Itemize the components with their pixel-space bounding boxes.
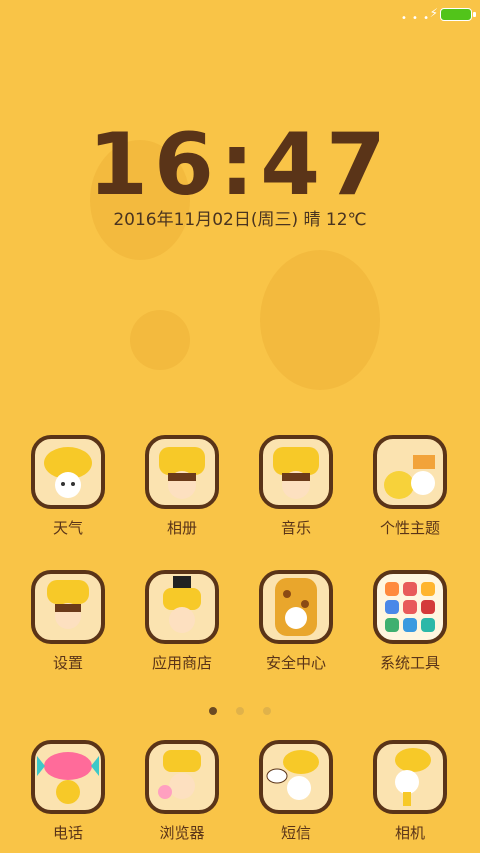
settings-giraffe-icon xyxy=(31,570,105,644)
system-tools-icon xyxy=(373,570,447,644)
browser-giraffe-icon xyxy=(145,740,219,814)
app-security[interactable]: 安全中心 xyxy=(246,570,346,673)
status-bar: • • • ⚡ xyxy=(0,0,480,28)
phone-candy-icon xyxy=(31,740,105,814)
app-label: 个性主题 xyxy=(379,519,440,537)
app-label: 相机 xyxy=(394,824,425,842)
page-dot-2[interactable] xyxy=(236,707,244,715)
themes-giraffe-icon xyxy=(373,435,447,509)
page-indicator xyxy=(0,700,480,719)
app-label: 安全中心 xyxy=(265,654,326,672)
app-label: 相册 xyxy=(166,519,197,537)
app-store[interactable]: 应用商店 xyxy=(132,570,232,673)
security-giraffe-icon xyxy=(259,570,333,644)
signal-dots: • • • xyxy=(400,13,430,24)
app-system-tools[interactable]: 系统工具 xyxy=(360,570,460,673)
lock-clock: 16:47 xyxy=(88,115,392,215)
app-label: 浏览器 xyxy=(159,824,205,842)
app-weather[interactable]: 天气 xyxy=(18,435,118,538)
gallery-giraffe-icon xyxy=(145,435,219,509)
page-dot-3[interactable] xyxy=(263,707,272,715)
app-settings[interactable]: 设置 xyxy=(18,570,118,673)
app-music[interactable]: 音乐 xyxy=(246,435,346,538)
dock-browser[interactable]: 浏览器 xyxy=(132,740,232,843)
date-weather: 2016年11月02日(周三) 晴 12℃ xyxy=(113,210,367,230)
dock-messages[interactable]: 短信 xyxy=(246,740,346,843)
app-label: 电话 xyxy=(52,824,83,842)
app-gallery[interactable]: 相册 xyxy=(132,435,232,538)
charging-icon: ⚡ xyxy=(429,6,438,20)
dock-camera[interactable]: 相机 xyxy=(360,740,460,843)
messages-giraffe-icon xyxy=(259,740,333,814)
app-store-giraffe-icon xyxy=(145,570,219,644)
app-label: 设置 xyxy=(52,654,83,672)
dock-phone[interactable]: 电话 xyxy=(18,740,118,843)
music-giraffe-icon xyxy=(259,435,333,509)
weather-giraffe-icon xyxy=(31,435,105,509)
app-label: 音乐 xyxy=(280,519,311,537)
app-label: 应用商店 xyxy=(151,654,212,672)
app-themes[interactable]: 个性主题 xyxy=(360,435,460,538)
page-dot-1[interactable] xyxy=(208,707,217,715)
battery-icon xyxy=(440,8,476,21)
camera-giraffe-icon xyxy=(373,740,447,814)
app-label: 系统工具 xyxy=(379,654,440,672)
app-label: 天气 xyxy=(52,519,83,537)
app-label: 短信 xyxy=(280,824,311,842)
